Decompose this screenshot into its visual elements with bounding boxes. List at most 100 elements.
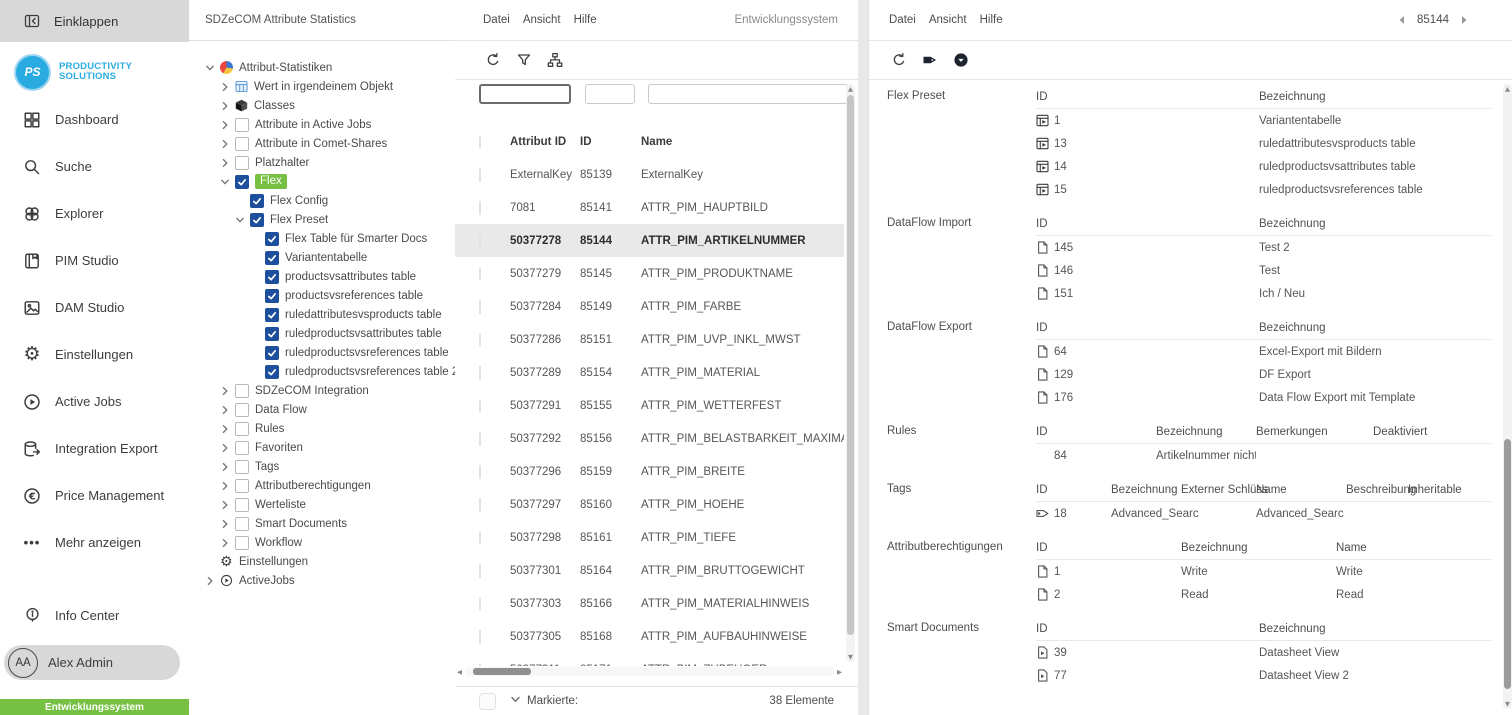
section-row[interactable]: 14ruledproductsvsattributes table xyxy=(1036,155,1491,178)
sidebar-item-dashboard[interactable]: Dashboard xyxy=(0,96,189,143)
table-row[interactable]: 50377303 85166 ATTR_PIM_MATERIALHINWEIS xyxy=(455,587,844,620)
scroll-down-icon[interactable]: ▼ xyxy=(1503,700,1512,708)
chevron-right-icon[interactable] xyxy=(205,576,220,586)
table-row[interactable]: 50377296 85159 ATTR_PIM_BREITE xyxy=(455,455,844,488)
checkbox-checked[interactable] xyxy=(265,270,279,284)
tree-node-attribute-in-comet-shares[interactable]: Attribute in Comet-Shares xyxy=(189,134,455,153)
chevron-right-icon[interactable] xyxy=(220,424,235,434)
section-row[interactable]: 146Test xyxy=(1036,259,1491,282)
table-row[interactable]: 50377291 85155 ATTR_PIM_WETTERFEST xyxy=(455,389,844,422)
sidebar-item-einstellungen[interactable]: ⚙ Einstellungen xyxy=(0,331,189,378)
tree-node-rules[interactable]: Rules xyxy=(189,419,455,438)
chevron-right-icon[interactable] xyxy=(220,443,235,453)
section-row[interactable]: 2ReadRead xyxy=(1036,583,1491,606)
chevron-right-icon[interactable] xyxy=(220,500,235,510)
section-row[interactable]: 176Data Flow Export mit Template xyxy=(1036,386,1491,409)
checkbox-unchecked[interactable] xyxy=(235,422,249,436)
tree-node-productsvsattributes-table[interactable]: productsvsattributes table xyxy=(189,267,455,286)
table-row[interactable]: 50377279 85145 ATTR_PIM_PRODUKTNAME xyxy=(455,257,844,290)
row-checkbox[interactable] xyxy=(479,531,481,545)
checkbox-unchecked[interactable] xyxy=(235,156,249,170)
row-checkbox[interactable] xyxy=(479,597,481,611)
checkbox-unchecked[interactable] xyxy=(235,498,249,512)
user-menu[interactable]: AA Alex Admin xyxy=(4,645,180,680)
tree-node-flex-config[interactable]: Flex Config xyxy=(189,191,455,210)
section-row[interactable]: 84Artikelnummer nicht leer xyxy=(1036,444,1491,467)
section-row[interactable]: 145Test 2 xyxy=(1036,236,1491,259)
table-row[interactable]: 50377289 85154 ATTR_PIM_MATERIAL xyxy=(455,356,844,389)
checkbox-checked[interactable] xyxy=(250,213,264,227)
checkbox-checked[interactable] xyxy=(265,346,279,360)
tree-node-platzhalter[interactable]: Platzhalter xyxy=(189,153,455,172)
section-row[interactable]: 1Variantentabelle xyxy=(1036,109,1491,132)
tree-node-favoriten[interactable]: Favoriten xyxy=(189,438,455,457)
filter-icon[interactable] xyxy=(514,50,534,70)
tree-node-classes[interactable]: Classes xyxy=(189,96,455,115)
tree-node-flex-table-für-smarter-docs[interactable]: Flex Table für Smarter Docs xyxy=(189,229,455,248)
menu-datei[interactable]: Datei xyxy=(483,14,510,26)
chevron-right-icon[interactable] xyxy=(220,120,235,130)
scroll-up-icon[interactable]: ▲ xyxy=(846,85,855,93)
marked-toggle[interactable]: Markierte: xyxy=(510,694,578,708)
collapse-sidebar-button[interactable]: Einklappen xyxy=(0,0,189,42)
tree-node-activejobs[interactable]: ActiveJobs xyxy=(189,571,455,590)
checkbox-checked[interactable] xyxy=(265,365,279,379)
checkbox-unchecked[interactable] xyxy=(235,460,249,474)
tree-node-sdzecom-integration[interactable]: SDZeCOM Integration xyxy=(189,381,455,400)
tree-node-wert-in-irgendeinem-objekt[interactable]: Wert in irgendeinem Objekt xyxy=(189,77,455,96)
chevron-right-icon[interactable] xyxy=(220,462,235,472)
tree-node-einstellungen[interactable]: ⚙Einstellungen xyxy=(189,552,455,571)
checkbox-checked[interactable] xyxy=(265,289,279,303)
tree-node-smart-documents[interactable]: Smart Documents xyxy=(189,514,455,533)
scroll-right-icon[interactable]: ▶ xyxy=(834,668,842,676)
chevron-right-icon[interactable] xyxy=(220,139,235,149)
menu-ansicht[interactable]: Ansicht xyxy=(523,14,561,26)
footer-checkbox[interactable] xyxy=(479,693,496,710)
checkbox-checked[interactable] xyxy=(265,251,279,265)
checkbox-unchecked[interactable] xyxy=(235,479,249,493)
row-checkbox[interactable] xyxy=(479,300,481,314)
checkbox-unchecked[interactable] xyxy=(235,441,249,455)
table-row[interactable]: 50377292 85156 ATTR_PIM_BELASTBARKEIT_MA… xyxy=(455,422,844,455)
tree-node-attribut-statistiken[interactable]: Attribut-Statistiken xyxy=(189,58,455,77)
chevron-right-icon[interactable] xyxy=(220,386,235,396)
scroll-left-icon[interactable]: ◀ xyxy=(457,668,465,676)
tree-node-ruledattributesvsproducts-table[interactable]: ruledattributesvsproducts table xyxy=(189,305,455,324)
checkbox-unchecked[interactable] xyxy=(235,517,249,531)
section-row[interactable]: 64Excel-Export mit Bildern xyxy=(1036,340,1491,363)
row-checkbox[interactable] xyxy=(479,399,481,413)
row-checkbox[interactable] xyxy=(479,168,481,182)
chevron-right-icon[interactable] xyxy=(220,101,235,111)
table-row[interactable]: 50377284 85149 ATTR_PIM_FARBE xyxy=(455,290,844,323)
scroll-down-icon[interactable]: ▼ xyxy=(846,653,855,661)
sidebar-item-pim-studio[interactable]: PIM Studio xyxy=(0,237,189,284)
menu-ansicht[interactable]: Ansicht xyxy=(929,14,967,26)
refresh-icon[interactable] xyxy=(483,50,503,70)
hscroll-track[interactable] xyxy=(465,667,834,676)
row-checkbox[interactable] xyxy=(479,333,481,347)
tree-node-ruledproductsvsreferences-table-2[interactable]: ruledproductsvsreferences table 2 xyxy=(189,362,455,381)
checkbox-unchecked[interactable] xyxy=(235,536,249,550)
chevron-down-icon[interactable] xyxy=(205,63,220,73)
checkbox-checked[interactable] xyxy=(265,327,279,341)
scroll-up-icon[interactable]: ▲ xyxy=(1503,85,1512,93)
row-checkbox[interactable] xyxy=(479,234,481,248)
sidebar-item-explorer[interactable]: Explorer xyxy=(0,190,189,237)
sidebar-item-mehr-anzeigen[interactable]: ••• Mehr anzeigen xyxy=(0,519,189,566)
chevron-right-icon[interactable] xyxy=(220,538,235,548)
tree-node-productsvsreferences-table[interactable]: productsvsreferences table xyxy=(189,286,455,305)
sidebar-item-info-center[interactable]: Info Center xyxy=(0,592,189,639)
list-horizontal-scrollbar[interactable]: ◀ ▶ xyxy=(457,666,842,677)
chevron-right-icon[interactable] xyxy=(220,405,235,415)
table-row[interactable]: ExternalKey 85139 ExternalKey xyxy=(455,158,844,191)
checkbox-unchecked[interactable] xyxy=(235,403,249,417)
checkbox-checked[interactable] xyxy=(265,308,279,322)
section-row[interactable]: 151Ich / Neu xyxy=(1036,282,1491,305)
tree-node-workflow[interactable]: Workflow xyxy=(189,533,455,552)
tree-node-data-flow[interactable]: Data Flow xyxy=(189,400,455,419)
section-row[interactable]: 15ruledproductsvsreferences table xyxy=(1036,178,1491,201)
section-row[interactable]: 39Datasheet View xyxy=(1036,641,1491,664)
filter-name-input[interactable] xyxy=(648,84,848,104)
previous-record-icon[interactable] xyxy=(1397,15,1407,25)
table-row[interactable]: 50377298 85161 ATTR_PIM_TIEFE xyxy=(455,521,844,554)
